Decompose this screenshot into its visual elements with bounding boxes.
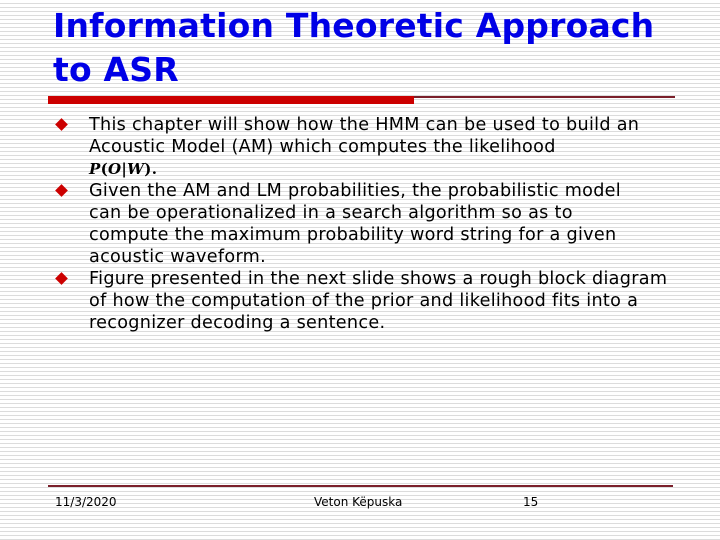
bullet-text: Given the AM and LM probabilities, the p… (89, 181, 621, 267)
slide-title: Information Theoretic Approach to ASR (53, 4, 693, 92)
bullet-list: This chapter will show how the HMM can b… (55, 114, 675, 334)
footer-page-number: 15 (523, 495, 539, 509)
bullet-item: Given the AM and LM probabilities, the p… (55, 180, 639, 268)
slide-title-line-1: Information Theoretic Approach (53, 6, 655, 45)
likelihood-formula: P(O|W). (89, 160, 158, 178)
footer-date: 11/3/2020 (55, 495, 117, 509)
bullet-item: Figure presented in the next slide shows… (55, 268, 679, 334)
bullet-item: This chapter will show how the HMM can b… (55, 114, 675, 180)
slide-title-line-2: to ASR (53, 50, 179, 89)
red-diamond-bullet-icon (55, 184, 68, 197)
title-underline-thick (48, 96, 414, 104)
footer-author: Veton Këpuska (314, 495, 403, 509)
footer-rule (48, 485, 673, 487)
red-diamond-bullet-icon (55, 272, 68, 285)
bullet-text: Figure presented in the next slide shows… (89, 269, 668, 333)
red-diamond-bullet-icon (55, 118, 68, 131)
title-underline-thin (414, 96, 675, 98)
bullet-text: This chapter will show how the HMM can b… (89, 115, 640, 157)
